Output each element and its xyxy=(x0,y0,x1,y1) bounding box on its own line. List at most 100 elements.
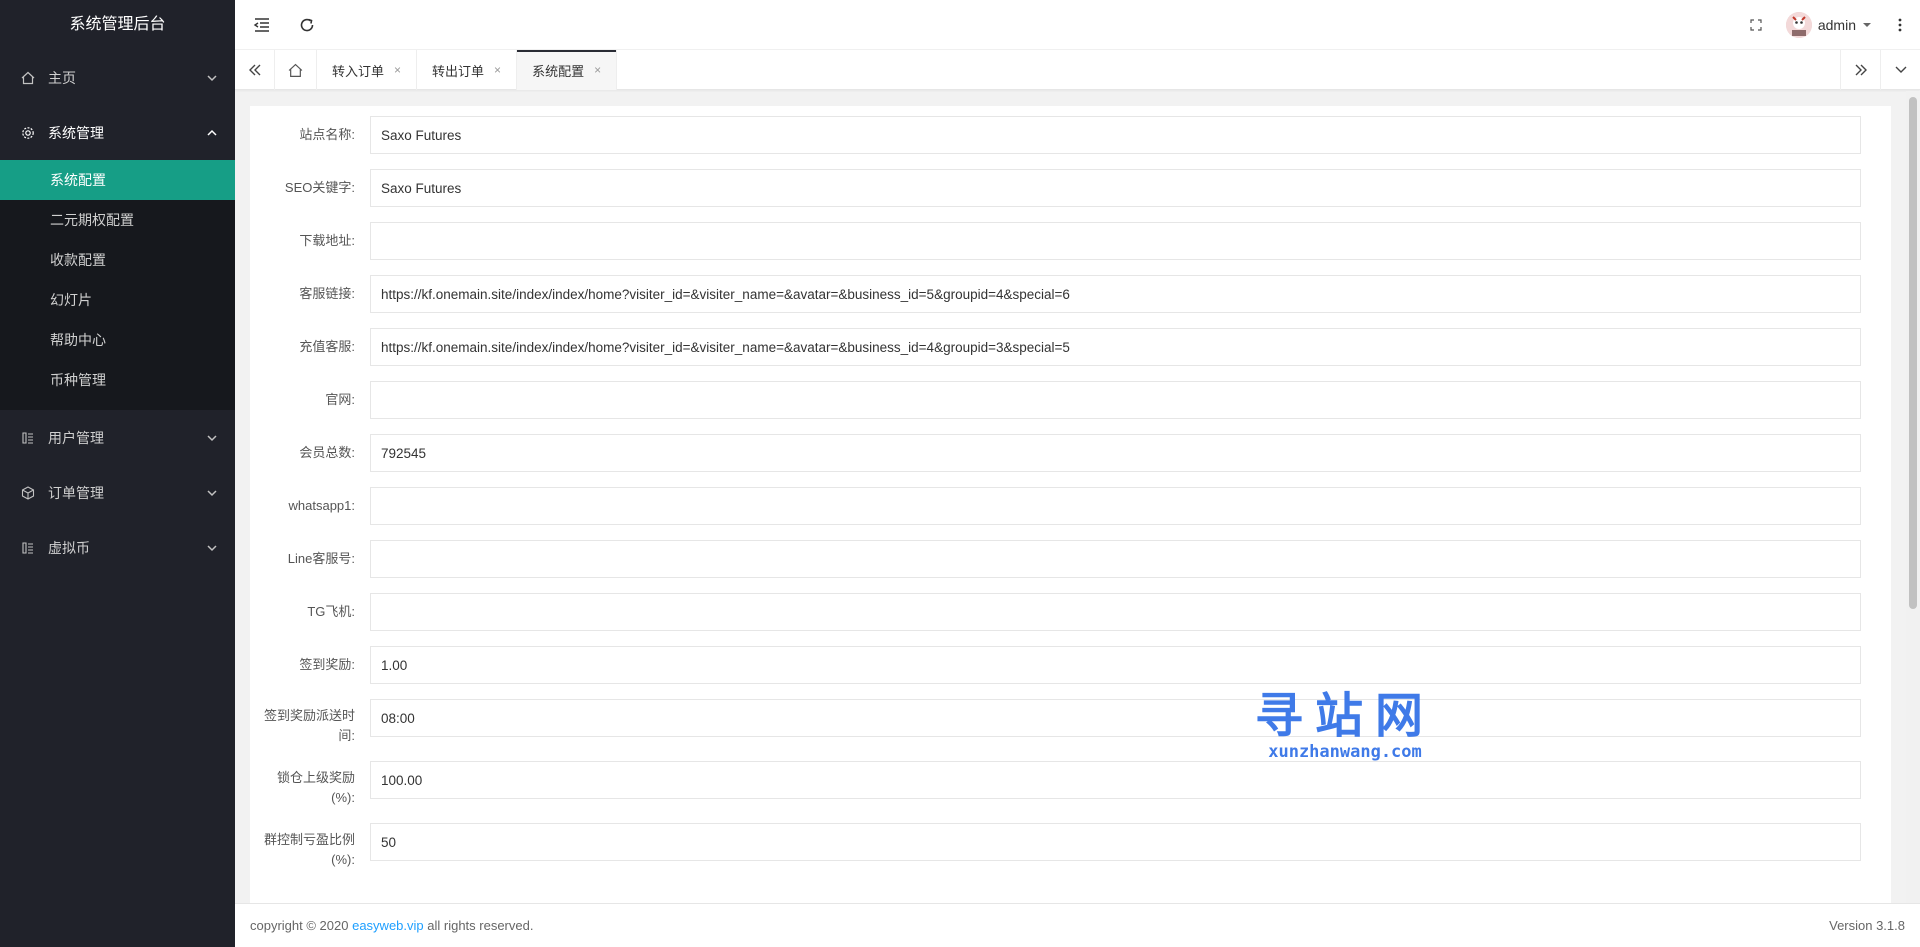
tab-home[interactable] xyxy=(275,50,317,90)
line-support-input[interactable] xyxy=(370,540,1861,578)
seo-keywords-input[interactable] xyxy=(370,169,1861,207)
group-pnl-ratio-label: 群控制亏盈比例(%): xyxy=(263,832,355,867)
sidebar-item-binary-options-config[interactable]: 二元期权配置 xyxy=(0,200,235,240)
gear-icon xyxy=(20,125,36,141)
site-name-label: 站点名称: xyxy=(299,127,355,142)
download-url-label: 下载地址: xyxy=(299,233,355,248)
nav-item-crypto[interactable]: 虚拟币 xyxy=(0,520,235,575)
chevron-down-icon xyxy=(207,434,217,441)
copyright-suffix: all rights reserved. xyxy=(423,918,534,933)
tab-system-config[interactable]: 系统配置 × xyxy=(517,50,618,90)
nav-item-system-label: 系统管理 xyxy=(48,124,104,141)
support-link-input[interactable] xyxy=(370,275,1861,313)
double-chevron-left-icon xyxy=(248,64,260,76)
watermark: 寻站网 xunzhanwang.com xyxy=(1215,688,1475,762)
double-chevron-right-icon xyxy=(1855,64,1867,76)
lock-upline-reward-label: 锁仓上级奖励(%): xyxy=(276,770,355,805)
whatsapp-input[interactable] xyxy=(370,487,1861,525)
form-row-download-url: 下载地址: xyxy=(260,222,1861,260)
refresh-icon xyxy=(300,18,314,32)
indent-icon xyxy=(253,18,269,32)
checkin-reward-label: 签到奖励: xyxy=(299,657,355,672)
support-link-label: 客服链接: xyxy=(299,286,355,301)
sidebar-item-system-config[interactable]: 系统配置 xyxy=(0,160,235,200)
tab-transfer-in-orders[interactable]: 转入订单 × xyxy=(317,50,418,90)
fullscreen-button[interactable] xyxy=(1736,0,1776,50)
telegram-label: TG飞机: xyxy=(307,604,355,619)
scrollbar-thumb[interactable] xyxy=(1909,97,1917,609)
checkin-reward-input[interactable] xyxy=(370,646,1861,684)
seo-keywords-label: SEO关键字: xyxy=(284,180,355,195)
list-icon xyxy=(20,540,36,556)
more-vertical-icon xyxy=(1898,18,1902,32)
page-tabs: 转入订单 × 转出订单 × 系统配置 × xyxy=(275,50,618,90)
chevron-down-icon xyxy=(1895,66,1906,73)
chevron-down-icon xyxy=(207,544,217,551)
telegram-input[interactable] xyxy=(370,593,1861,631)
nav-item-orders[interactable]: 订单管理 xyxy=(0,465,235,520)
config-form-card: 站点名称: SEO关键字: 下载地址: 客服链接: 充值客服: 官网: 会员总数… xyxy=(250,106,1891,903)
system-submenu: 系统配置 二元期权配置 收款配置 幻灯片 帮助中心 币种管理 xyxy=(0,160,235,410)
download-url-input[interactable] xyxy=(370,222,1861,260)
easyweb-link[interactable]: easyweb.vip xyxy=(352,918,424,933)
username: admin xyxy=(1817,17,1856,33)
nav-item-users[interactable]: 用户管理 xyxy=(0,410,235,465)
main-content: 站点名称: SEO关键字: 下载地址: 客服链接: 充值客服: 官网: 会员总数… xyxy=(235,91,1906,903)
tab-label: 系统配置 xyxy=(532,63,585,79)
whatsapp-label: whatsapp1: xyxy=(288,498,356,513)
line-support-label: Line客服号: xyxy=(287,551,355,566)
version: Version 3.1.8 xyxy=(1829,918,1905,933)
form-row-lock-upline-reward: 锁仓上级奖励(%): xyxy=(260,761,1861,808)
sidebar-item-help-center[interactable]: 帮助中心 xyxy=(0,320,235,360)
caret-down-icon xyxy=(1863,23,1871,27)
watermark-domain: xunzhanwang.com xyxy=(1268,742,1422,762)
form-row-seo-keywords: SEO关键字: xyxy=(260,169,1861,207)
chevron-down-icon xyxy=(207,74,217,81)
form-row-site-name: 站点名称: xyxy=(260,116,1861,154)
close-icon[interactable]: × xyxy=(594,63,601,77)
tab-transfer-out-orders[interactable]: 转出订单 × xyxy=(417,50,518,90)
recharge-support-label: 充值客服: xyxy=(299,339,355,354)
tabs-scroll-right-button[interactable] xyxy=(1840,50,1880,90)
form-row-recharge-support: 充值客服: xyxy=(260,328,1861,366)
recharge-support-input[interactable] xyxy=(370,328,1861,366)
form-row-official-site: 官网: xyxy=(260,381,1861,419)
form-row-group-pnl-ratio: 群控制亏盈比例(%): xyxy=(260,823,1861,870)
page-tabs-bar: 转入订单 × 转出订单 × 系统配置 × xyxy=(235,50,1920,90)
sidebar-item-payment-config[interactable]: 收款配置 xyxy=(0,240,235,280)
sidebar-item-slideshow[interactable]: 幻灯片 xyxy=(0,280,235,320)
member-total-input[interactable] xyxy=(370,434,1861,472)
top-header: admin xyxy=(235,0,1920,50)
chevron-down-icon xyxy=(207,489,217,496)
home-icon xyxy=(20,70,36,86)
copyright-prefix: copyright © 2020 xyxy=(250,918,353,933)
form-row-support-link: 客服链接: xyxy=(260,275,1861,313)
close-icon[interactable]: × xyxy=(394,63,401,77)
group-pnl-ratio-input[interactable] xyxy=(370,823,1861,861)
checkin-reward-time-label: 签到奖励派送时间: xyxy=(263,708,355,743)
vertical-scrollbar[interactable] xyxy=(1906,91,1920,903)
form-row-member-total: 会员总数: xyxy=(260,434,1861,472)
more-menu-button[interactable] xyxy=(1880,0,1920,50)
nav-item-home[interactable]: 主页 xyxy=(0,50,235,105)
sidebar-item-currency-management[interactable]: 币种管理 xyxy=(0,360,235,400)
nav-item-orders-label: 订单管理 xyxy=(48,484,104,501)
site-name-input[interactable] xyxy=(370,116,1861,154)
form-row-whatsapp: whatsapp1: xyxy=(260,487,1861,525)
chevron-up-icon xyxy=(207,129,217,136)
checkin-reward-time-input[interactable] xyxy=(370,699,1861,737)
user-menu[interactable]: admin xyxy=(1785,0,1872,50)
official-site-label: 官网: xyxy=(325,392,355,407)
watermark-title: 寻站网 xyxy=(1254,688,1435,744)
fullscreen-icon xyxy=(1750,19,1762,31)
nav-item-crypto-label: 虚拟币 xyxy=(48,539,90,556)
refresh-button[interactable] xyxy=(287,0,327,50)
sidebar: 系统管理后台 主页 系统管理 系统配置 二元期权配置 收款配置 幻灯片 帮助中心… xyxy=(0,0,235,947)
close-icon[interactable]: × xyxy=(494,63,501,77)
tabs-scroll-left-button[interactable] xyxy=(235,50,275,90)
collapse-sidebar-button[interactable] xyxy=(242,0,282,50)
nav-item-system[interactable]: 系统管理 xyxy=(0,105,235,160)
official-site-input[interactable] xyxy=(370,381,1861,419)
lock-upline-reward-input[interactable] xyxy=(370,761,1861,799)
tabs-dropdown-button[interactable] xyxy=(1880,50,1920,90)
